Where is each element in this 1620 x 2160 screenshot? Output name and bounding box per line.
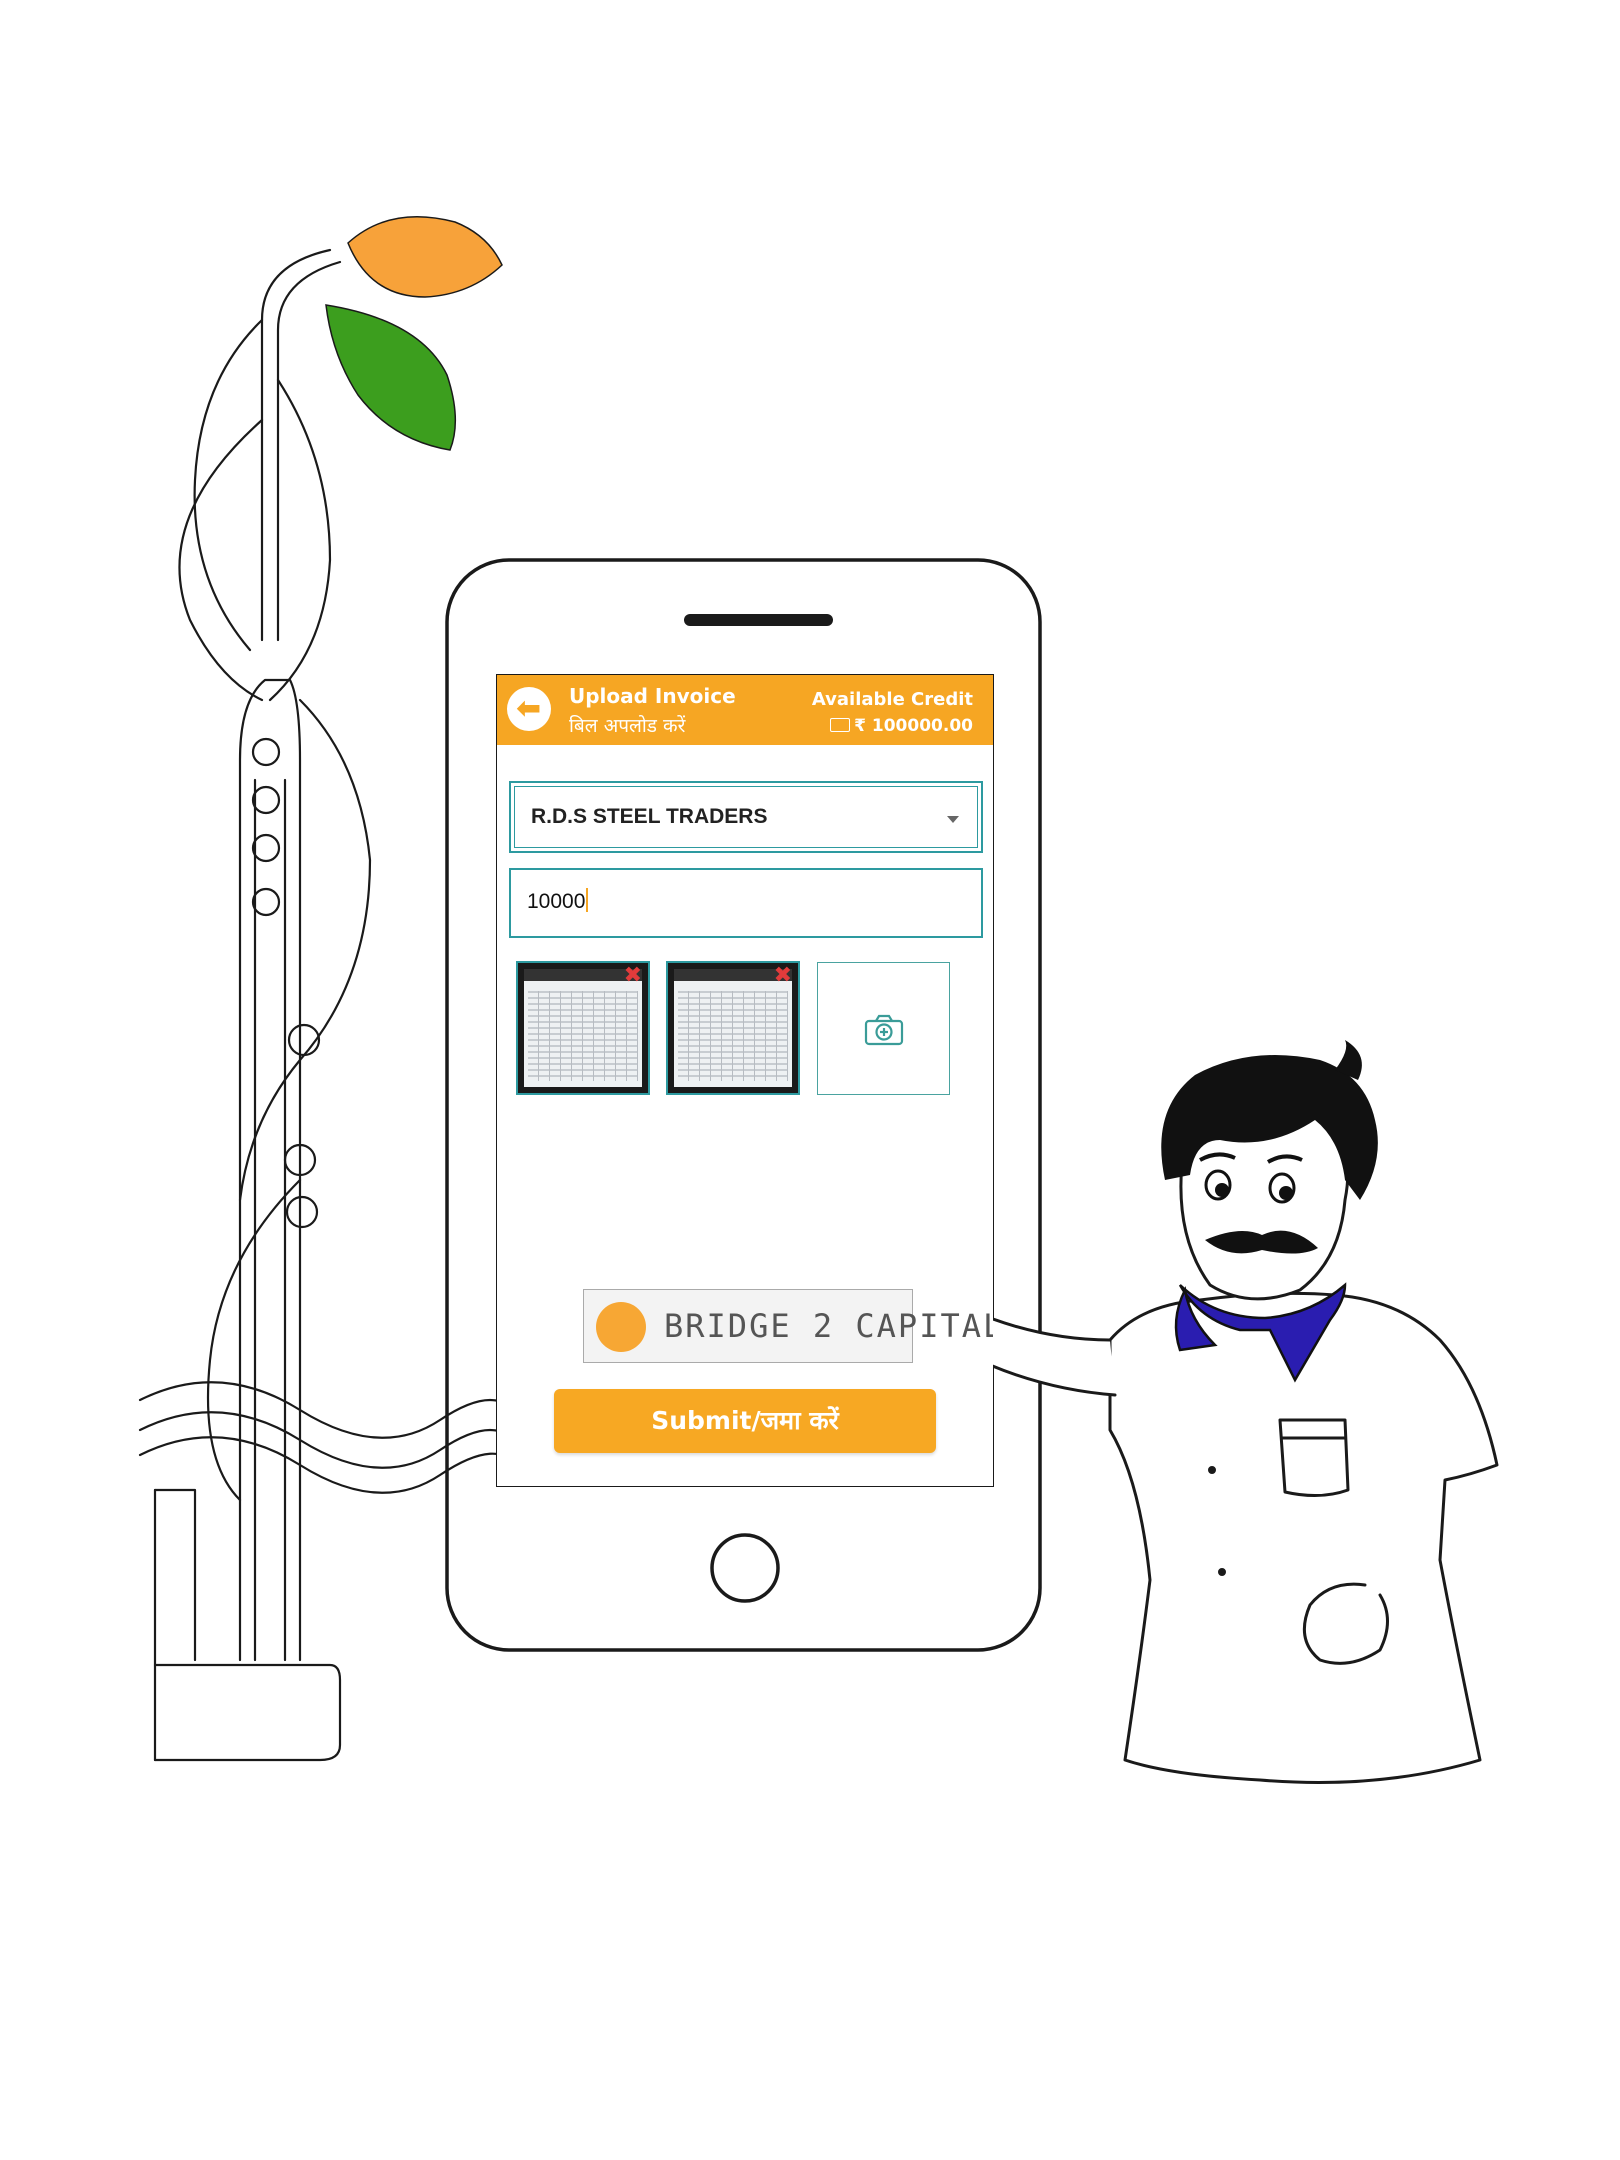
invoice-thumbnail[interactable]: ✖ bbox=[516, 961, 650, 1095]
page-title: Upload Invoice bbox=[569, 684, 736, 708]
invoice-amount-value: 10000 bbox=[527, 888, 589, 914]
logo-text: BRIDGE 2 CAPITAL bbox=[664, 1307, 993, 1345]
seller-dropdown[interactable]: R.D.S STEEL TRADERS bbox=[509, 781, 983, 853]
camera-add-icon bbox=[864, 1014, 904, 1046]
plant-stem bbox=[238, 678, 302, 1662]
back-button[interactable]: ⬅ bbox=[507, 687, 551, 731]
available-credit-row: ₹ 100000.00 bbox=[830, 716, 973, 736]
invoice-amount-text: 10000 bbox=[527, 890, 586, 913]
orange-leaf bbox=[347, 216, 503, 298]
text-caret bbox=[586, 888, 589, 913]
logo-sun-icon bbox=[596, 1302, 646, 1352]
arrow-left-icon: ⬅ bbox=[516, 691, 542, 726]
available-credit-amount: ₹ 100000.00 bbox=[854, 716, 973, 736]
close-icon[interactable]: ✖ bbox=[624, 965, 642, 987]
submit-button[interactable]: Submit/जमा करें bbox=[554, 1389, 936, 1453]
phone-home-button bbox=[710, 1533, 780, 1603]
invoice-amount-field[interactable]: 10000 bbox=[509, 868, 983, 938]
invoice-thumbnail[interactable]: ✖ bbox=[666, 961, 800, 1095]
green-leaf bbox=[325, 304, 457, 451]
phone-screen: ⬅ Upload Invoice बिल अपलोड करें Availabl… bbox=[497, 675, 993, 1486]
wallet-icon bbox=[830, 718, 851, 732]
available-credit-label: Available Credit bbox=[811, 689, 973, 710]
plant-pot bbox=[153, 1663, 342, 1762]
close-icon[interactable]: ✖ bbox=[774, 965, 792, 987]
bridge2capital-logo: BRIDGE 2 CAPITAL bbox=[583, 1289, 993, 1363]
chevron-down-icon bbox=[947, 816, 959, 823]
page-title-hindi: बिल अपलोड करें bbox=[569, 715, 686, 737]
add-photo-button[interactable] bbox=[817, 962, 950, 1095]
seller-dropdown-value: R.D.S STEEL TRADERS bbox=[531, 805, 768, 828]
app-bar: ⬅ Upload Invoice बिल अपलोड करें Availabl… bbox=[497, 675, 993, 745]
